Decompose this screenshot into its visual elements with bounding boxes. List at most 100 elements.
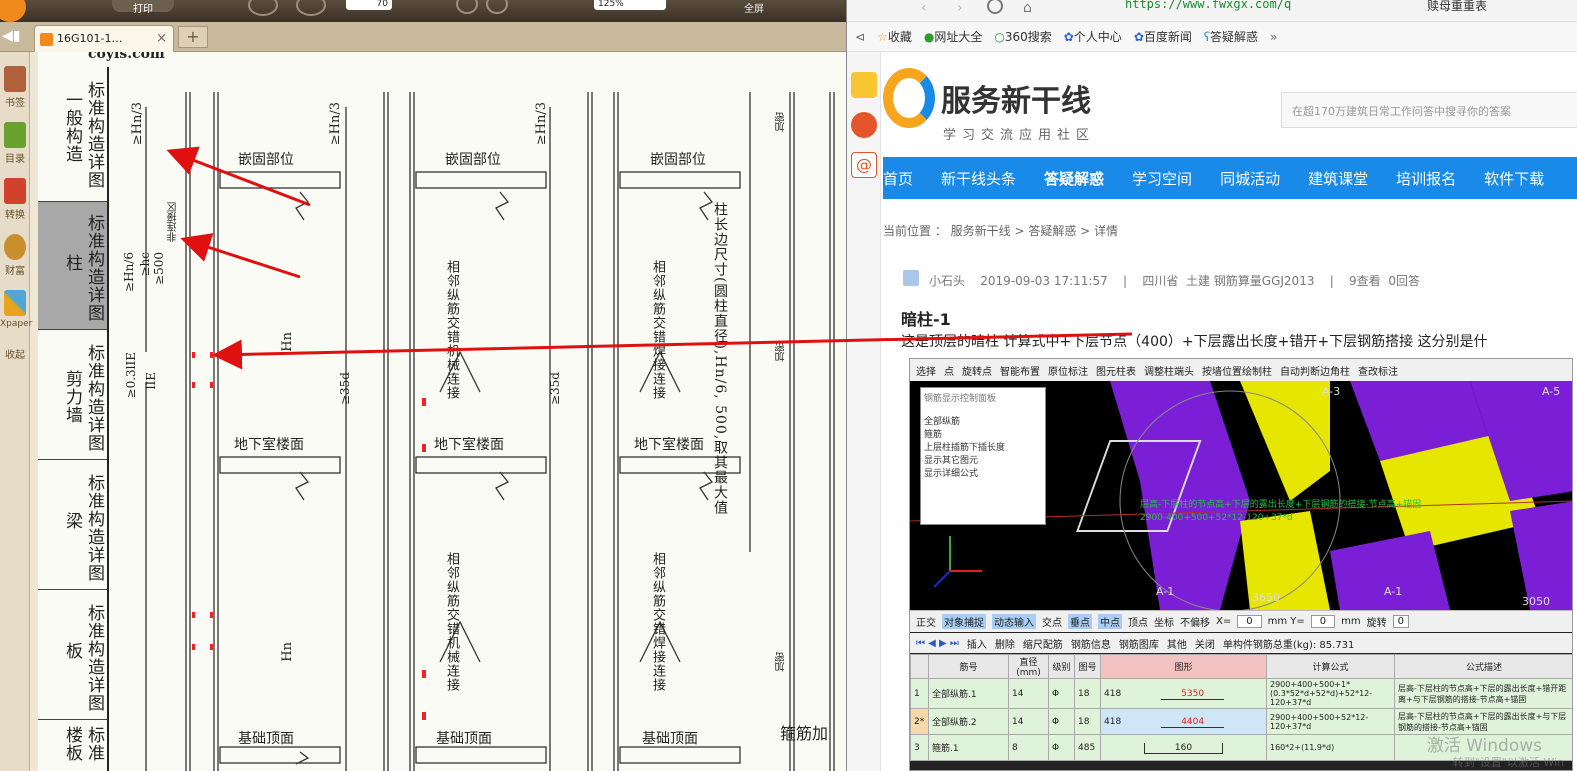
- home-icon[interactable]: ⌂: [1023, 0, 1032, 16]
- fullscreen-label: 全屏: [744, 4, 764, 15]
- nav-item-home[interactable]: 首页: [883, 168, 927, 189]
- prev-page-button[interactable]: [248, 0, 278, 16]
- bookmark-baidu-news[interactable]: ✿百度新闻: [1134, 28, 1192, 45]
- tab-document[interactable]: 16G101-1… ×: [34, 25, 174, 52]
- forward-icon[interactable]: ›: [957, 0, 963, 16]
- sidebar-item-bookmarks[interactable]: 书签: [0, 66, 30, 109]
- sidebar-item-label: 转换: [5, 210, 25, 221]
- zoom-value: 125%: [598, 0, 624, 9]
- back-icon[interactable]: ‹: [921, 0, 927, 16]
- refresh-icon[interactable]: [987, 0, 1003, 14]
- panel-checkbox-all-long-bars[interactable]: 全部纵筋: [924, 414, 1042, 427]
- dim-lle: lIE: [144, 372, 158, 390]
- cell-diameter: 8: [1008, 734, 1049, 761]
- bookmark-icon: [4, 66, 26, 92]
- sidebar-toggle-icon[interactable]: ◀▮: [2, 28, 20, 44]
- dim-35d: ≥35d: [338, 372, 352, 406]
- email-icon[interactable]: @: [851, 152, 877, 178]
- sidebar-item-xpaper[interactable]: Xpaper: [0, 290, 32, 329]
- snap-coordinate: 坐标: [1154, 618, 1174, 629]
- sidebar-collapse[interactable]: 收起: [0, 346, 30, 361]
- nav-item-headlines[interactable]: 新干线头条: [927, 168, 1030, 189]
- favorites-star-icon[interactable]: [851, 72, 877, 98]
- dim-hn3: ≥Hn/3: [130, 102, 145, 146]
- label-embed-position: 嵌固部位: [445, 152, 501, 168]
- rebar-display-panel[interactable]: 钢筋显示控制面板 全部纵筋 箍筋 上层柱插筋下插长度 显示其它图元 显示详细公式: [920, 387, 1046, 525]
- panel-checkbox-other-elements[interactable]: 显示其它图元: [924, 453, 1042, 466]
- nav-item-classroom[interactable]: 建筑课堂: [1294, 168, 1382, 189]
- nav-item-training[interactable]: 培训报名: [1382, 168, 1470, 189]
- question-body: 这是顶层的暗柱 计算式中+下层节点（400）+下层露出长度+错开+下层钢筋搭接 …: [901, 334, 1488, 350]
- sidebar-item-label: 财富: [5, 266, 25, 277]
- author-name[interactable]: 小石头: [929, 274, 965, 288]
- site-search-input[interactable]: 在超170万建筑日常工作问答中搜寻你的答案: [1281, 92, 1577, 128]
- tab-close-icon[interactable]: ×: [156, 31, 167, 46]
- x-value: 0: [1237, 615, 1262, 628]
- panel-checkbox-dowel-length[interactable]: 上层柱插筋下插长度: [924, 440, 1042, 453]
- new-tab-button[interactable]: +: [178, 26, 208, 48]
- panel-checkbox-stirrups[interactable]: 箍筋: [924, 427, 1042, 440]
- column-header: [910, 654, 929, 679]
- section-label: 标准构造详图: [84, 474, 104, 582]
- weibo-icon[interactable]: [851, 112, 877, 138]
- column-header: 计算公式: [1266, 654, 1395, 679]
- bookmark-site-nav[interactable]: ●网址大全: [924, 28, 983, 45]
- tool-point: 点: [944, 366, 954, 378]
- next-page-button[interactable]: [296, 0, 326, 16]
- tab-title: 16G101-1…: [57, 32, 123, 45]
- sidebar-item-convert[interactable]: 转换: [0, 178, 30, 221]
- catalog-cell-floor[interactable]: 楼板 标准: [38, 720, 107, 771]
- bookmark-360-search[interactable]: ○360搜索: [994, 28, 1051, 45]
- column-header: 公式描述: [1394, 654, 1572, 679]
- nav-item-local-events[interactable]: 同城活动: [1206, 168, 1294, 189]
- formula-overlay: 层高-下层柱的节点高+下层的露出长度+下层钢筋的搭接-节点高+锚固: [1140, 500, 1422, 510]
- cell-diameter: 14: [1008, 678, 1049, 709]
- rotate-left-icon[interactable]: [456, 0, 478, 14]
- cell-name: 全部纵筋.2: [928, 708, 1009, 735]
- sidebar-item-wealth[interactable]: 财富: [0, 234, 30, 277]
- axis-label: A-5: [1542, 385, 1561, 398]
- catalog-cell-shearwall[interactable]: 剪力墙 标准构造详图: [38, 330, 107, 460]
- label-stirrup: 箍筋加: [780, 724, 829, 743]
- sidebar-item-label: 收起: [5, 350, 25, 361]
- nav-item-learning[interactable]: 学习空间: [1118, 168, 1206, 189]
- question-screenshot[interactable]: 选择 点 旋转点 智能布置 原位标注 图元柱表 调整柱端头 按墙位置绘制柱 自动…: [909, 358, 1573, 771]
- browser-search-field[interactable]: 赎母重重表: [1427, 0, 1487, 14]
- table-row[interactable]: 1 全部纵筋.1 14 Φ 18 418 5350 2900+400+500+1*…: [910, 678, 1572, 709]
- tool-select: 选择: [916, 366, 936, 378]
- bookmark-collapse-icon[interactable]: ⊲: [855, 30, 865, 44]
- catalog-cell-general[interactable]: 一般构造 标准构造详图: [38, 67, 107, 202]
- bookmark-qa[interactable]: ʕ答疑解惑: [1204, 28, 1258, 45]
- bookmark-favorites[interactable]: ☆收藏: [877, 28, 912, 45]
- sidebar-item-toc[interactable]: 目录: [0, 122, 30, 165]
- address-bar-row: ‹ › ⌂ https://www.fwxgx.com/q 赎母重重表: [847, 0, 1577, 22]
- app-logo-icon[interactable]: [0, 0, 26, 22]
- bookmark-personal-center[interactable]: ✿个人中心: [1064, 28, 1122, 45]
- zoom-select[interactable]: 125%: [594, 0, 666, 10]
- page-number-input[interactable]: 70: [346, 0, 392, 10]
- avatar[interactable]: [903, 270, 919, 286]
- bookmark-label: 百度新闻: [1143, 30, 1192, 44]
- panel-checkbox-detailed-formula[interactable]: 显示详细公式: [924, 466, 1042, 479]
- more-bookmarks-icon[interactable]: »: [1270, 30, 1277, 44]
- logo-title: 服务新干线: [941, 84, 1091, 119]
- cell-no: 1: [910, 678, 929, 709]
- nav-item-qa[interactable]: 答疑解惑: [1030, 168, 1118, 189]
- rotate-label: 旋转: [1366, 618, 1387, 629]
- dim-35d: ≥35d: [548, 372, 562, 406]
- table-close: 关闭: [1194, 639, 1215, 651]
- nav-item-downloads[interactable]: 软件下载: [1470, 168, 1558, 189]
- dim-03lle: ≥0.3lIE: [124, 352, 138, 399]
- catalog-cell-slab[interactable]: 板 标准构造详图: [38, 590, 107, 720]
- catalog-cell-beam[interactable]: 梁 标准构造详图: [38, 460, 107, 590]
- view-count: 9查看: [1349, 274, 1381, 288]
- rotate-right-icon[interactable]: [486, 0, 508, 14]
- meta-line: 小石头 2019-09-03 17:11:57 | 四川省 土建 钢筋算量GGJ…: [929, 272, 1420, 289]
- cell-figure: 18: [1074, 708, 1101, 735]
- sidebar-item-label: 目录: [5, 154, 25, 165]
- url-field[interactable]: https://www.fwxgx.com/q: [1125, 0, 1291, 11]
- fullscreen-button[interactable]: 全屏: [744, 0, 764, 15]
- print-button[interactable]: 打印: [112, 0, 174, 15]
- site-logo[interactable]: 服务新干线 学习交流应用社区: [883, 64, 1123, 144]
- catalog-cell-column[interactable]: 柱 标准构造详图: [38, 202, 107, 330]
